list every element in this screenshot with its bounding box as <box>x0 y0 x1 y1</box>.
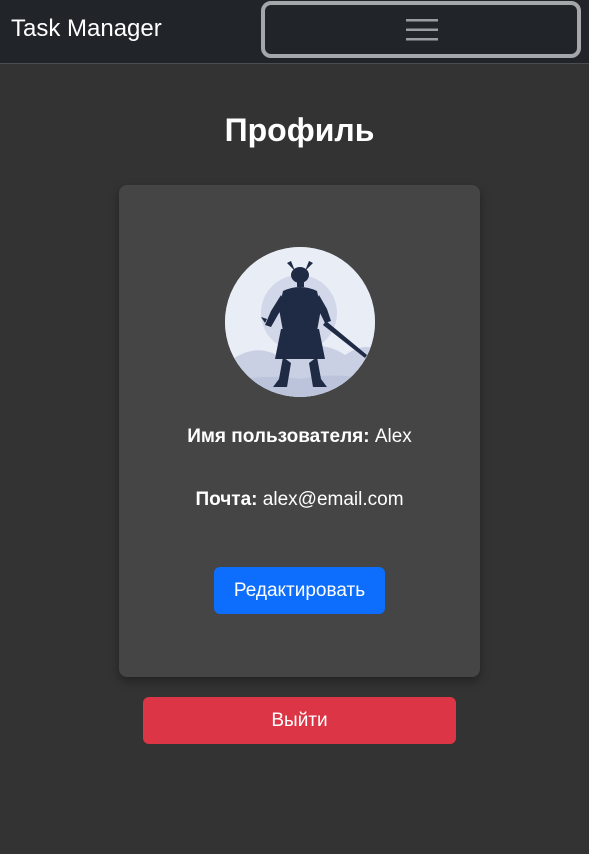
username-label: Имя пользователя: <box>187 426 370 447</box>
edit-profile-button[interactable]: Редактировать <box>214 567 385 614</box>
avatar <box>225 247 375 397</box>
navbar-brand[interactable]: Task Manager <box>11 14 162 44</box>
page-title: Профиль <box>224 112 375 148</box>
logout-button[interactable]: Выйти <box>143 697 456 744</box>
email-value: alex@email.com <box>262 489 404 510</box>
username-value: Alex <box>374 426 412 447</box>
navbar: Task Manager <box>0 0 589 64</box>
email-label: Почта: <box>195 489 258 510</box>
navbar-toggler-button[interactable] <box>261 1 581 58</box>
username-field: Имя пользователя: Alex <box>119 425 480 449</box>
email-field: Почта: alex@email.com <box>119 488 480 512</box>
profile-card: Имя пользователя: Alex Почта: alex@email… <box>119 185 480 677</box>
hamburger-menu-icon <box>406 19 438 41</box>
samurai-silhouette-avatar-icon <box>225 247 375 397</box>
